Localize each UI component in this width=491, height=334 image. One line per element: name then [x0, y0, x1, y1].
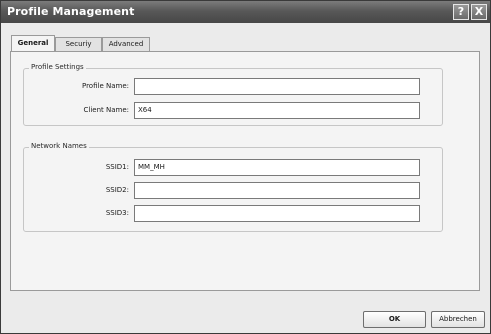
- general-tab-panel: Profile Settings Profile Name: Client Na…: [10, 51, 480, 291]
- profile-name-label: Profile Name:: [81, 82, 129, 90]
- ssid1-label: SSID1:: [105, 163, 129, 171]
- client-name-label: Client Name:: [83, 106, 130, 114]
- ssid3-input[interactable]: [134, 205, 420, 222]
- profile-settings-group: Profile Settings Profile Name: Client Na…: [23, 63, 443, 126]
- network-names-group: Network Names SSID1: MM_MH SSID2: SSID3:: [23, 142, 443, 232]
- cancel-button[interactable]: Abbrechen: [431, 311, 485, 328]
- ssid2-input[interactable]: [134, 182, 420, 199]
- network-names-title: Network Names: [29, 142, 89, 150]
- profile-settings-title: Profile Settings: [29, 63, 86, 71]
- tab-general[interactable]: General: [11, 35, 55, 52]
- client-name-input[interactable]: X64: [134, 102, 420, 119]
- tab-advanced[interactable]: Advanced: [102, 37, 150, 51]
- close-button[interactable]: X: [471, 4, 487, 20]
- ssid3-label: SSID3:: [105, 209, 129, 217]
- ssid2-label: SSID2:: [105, 186, 129, 194]
- ok-button[interactable]: OK: [363, 311, 426, 328]
- tab-security[interactable]: Securiy: [55, 37, 102, 51]
- title-bar[interactable]: Profile Management ? X: [1, 1, 490, 23]
- profile-name-input[interactable]: [134, 78, 420, 95]
- window-title: Profile Management: [7, 5, 135, 18]
- ssid1-input[interactable]: MM_MH: [134, 159, 420, 176]
- help-button[interactable]: ?: [453, 4, 469, 20]
- profile-management-dialog: Profile Management ? X General Securiy A…: [0, 0, 491, 334]
